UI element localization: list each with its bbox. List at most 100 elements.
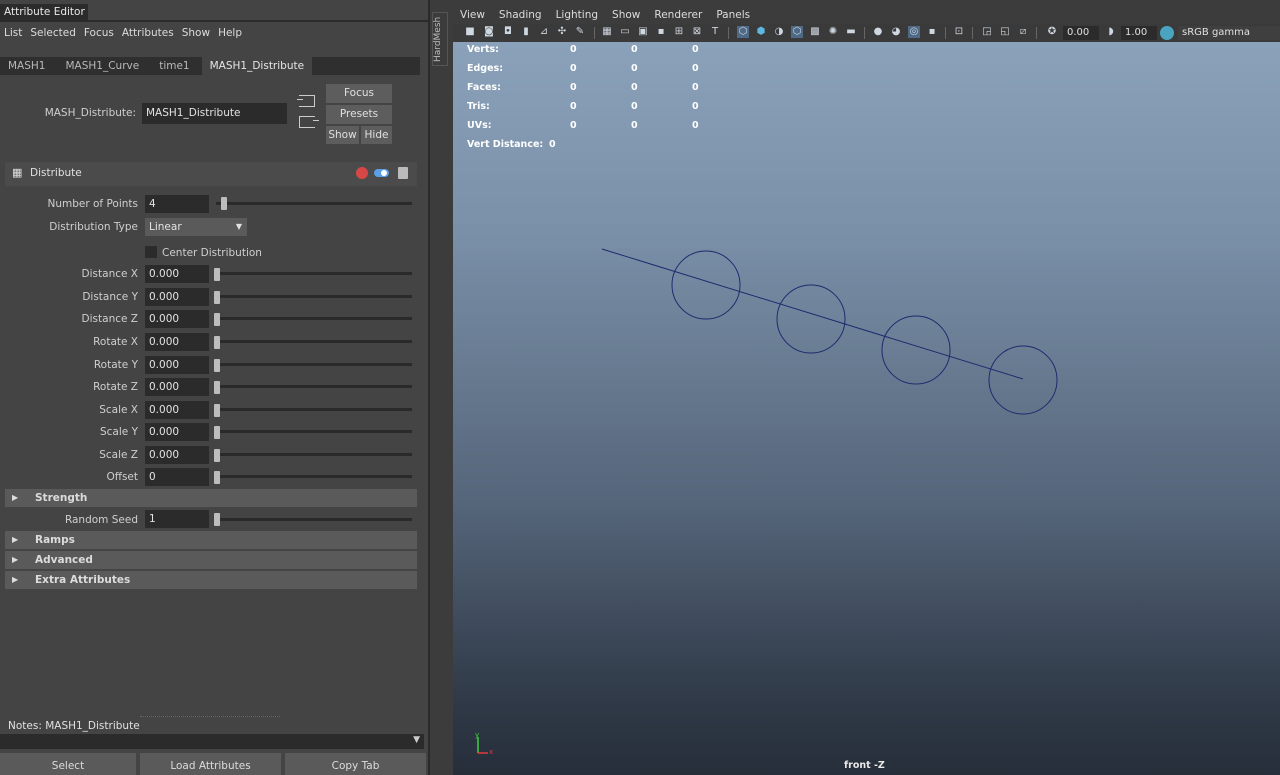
- viewport-panel[interactable]: View Shading Lighting Show Renderer Pane…: [453, 0, 1280, 775]
- shadows-icon[interactable]: ▬: [845, 26, 857, 38]
- default-material-icon[interactable]: ◑: [773, 26, 785, 38]
- exposure-icon[interactable]: ✪: [1046, 26, 1058, 38]
- hide-button[interactable]: Hide: [361, 126, 392, 144]
- menu-shading[interactable]: Shading: [492, 0, 549, 24]
- distance-x-field[interactable]: 0.000: [145, 265, 209, 283]
- delete-node-icon[interactable]: [398, 167, 408, 179]
- focus-button[interactable]: Focus: [326, 84, 392, 103]
- camera-icon[interactable]: ■: [464, 26, 476, 38]
- grid-toggle-icon[interactable]: ✣: [556, 26, 568, 38]
- gamma-field[interactable]: 1.00: [1121, 26, 1157, 40]
- menu-list[interactable]: List: [0, 25, 26, 41]
- use-all-lights-icon[interactable]: ✺: [827, 26, 839, 38]
- depth-of-field-icon[interactable]: ▪: [926, 26, 938, 38]
- scale-z-field[interactable]: 0.000: [145, 446, 209, 464]
- notes-resize-handle[interactable]: [140, 716, 280, 717]
- input-connection-icon[interactable]: [297, 95, 315, 107]
- isolate-select-icon[interactable]: ⊡: [953, 26, 965, 38]
- menu-panels[interactable]: Panels: [709, 0, 757, 24]
- rotate-y-slider-handle[interactable]: [214, 359, 220, 372]
- gamma-icon[interactable]: ◗: [1105, 26, 1117, 38]
- offset-field[interactable]: 0: [145, 468, 209, 486]
- menu-attributes[interactable]: Attributes: [118, 25, 178, 41]
- scale-x-slider[interactable]: [216, 408, 412, 411]
- gate-mask-icon[interactable]: ▪: [655, 26, 667, 38]
- film-gate-icon[interactable]: ▭: [619, 26, 631, 38]
- tab-mash1[interactable]: MASH1: [0, 57, 53, 75]
- xray-joints-icon[interactable]: ◱: [999, 26, 1011, 38]
- tab-mash1-distribute[interactable]: MASH1_Distribute: [201, 57, 313, 75]
- hardmesh-side-tab[interactable]: HardMesh: [432, 12, 448, 66]
- scale-x-slider-handle[interactable]: [214, 404, 220, 417]
- notes-field[interactable]: ▼: [0, 734, 424, 749]
- distance-z-field[interactable]: 0.000: [145, 310, 209, 328]
- color-space-dropdown[interactable]: sRGB gamma: [1178, 26, 1280, 40]
- wireframe-icon[interactable]: ⬡: [737, 26, 749, 38]
- menu-lighting[interactable]: Lighting: [549, 0, 605, 24]
- offset-slider-handle[interactable]: [214, 471, 220, 484]
- smooth-shade-icon[interactable]: ⬢: [755, 26, 767, 38]
- safe-title-icon[interactable]: T: [709, 26, 721, 38]
- distance-y-slider-handle[interactable]: [214, 291, 220, 304]
- distribution-type-dropdown[interactable]: Linear ▼: [145, 218, 247, 236]
- scale-x-field[interactable]: 0.000: [145, 401, 209, 419]
- ramps-section-header[interactable]: ▶ Ramps: [5, 531, 417, 549]
- distance-y-slider[interactable]: [216, 295, 412, 298]
- advanced-section-header[interactable]: ▶ Advanced: [5, 551, 417, 569]
- antialiasing-icon[interactable]: ◎: [908, 26, 920, 38]
- safe-action-icon[interactable]: ⊠: [691, 26, 703, 38]
- scale-y-field[interactable]: 0.000: [145, 423, 209, 441]
- xray-icon[interactable]: ◲: [981, 26, 993, 38]
- presets-button[interactable]: Presets: [326, 105, 392, 124]
- grid-icon[interactable]: ▦: [601, 26, 613, 38]
- distribute-section-header[interactable]: ▦ Distribute: [5, 162, 417, 186]
- distance-z-slider-handle[interactable]: [214, 313, 220, 326]
- center-distribution-checkbox[interactable]: [145, 246, 157, 258]
- offset-slider[interactable]: [216, 475, 412, 478]
- rotate-z-slider-handle[interactable]: [214, 381, 220, 394]
- menu-view[interactable]: View: [453, 0, 492, 24]
- select-button[interactable]: Select: [0, 753, 136, 775]
- menu-show[interactable]: Show: [605, 0, 647, 24]
- show-button[interactable]: Show: [326, 126, 359, 144]
- menu-selected[interactable]: Selected: [26, 25, 80, 41]
- extra-attributes-section-header[interactable]: ▶ Extra Attributes: [5, 571, 417, 589]
- load-attributes-button[interactable]: Load Attributes: [140, 753, 281, 775]
- strength-section-header[interactable]: ▶ Strength: [5, 489, 417, 507]
- menu-focus[interactable]: Focus: [80, 25, 118, 41]
- node-name-field[interactable]: MASH1_Distribute: [142, 103, 287, 124]
- copy-tab-button[interactable]: Copy Tab: [285, 753, 426, 775]
- menu-renderer[interactable]: Renderer: [647, 0, 709, 24]
- menu-show[interactable]: Show: [178, 25, 214, 41]
- pencil-icon[interactable]: ✎: [574, 26, 586, 38]
- scale-z-slider-handle[interactable]: [214, 449, 220, 462]
- image-plane-icon[interactable]: ⊿: [538, 26, 550, 38]
- distance-y-field[interactable]: 0.000: [145, 288, 209, 306]
- textured-icon[interactable]: ▩: [809, 26, 821, 38]
- resolution-gate-icon[interactable]: ▣: [637, 26, 649, 38]
- rotate-z-field[interactable]: 0.000: [145, 378, 209, 396]
- camera-attributes-icon[interactable]: ◘: [502, 26, 514, 38]
- tab-time1[interactable]: time1: [151, 57, 197, 75]
- rotate-y-field[interactable]: 0.000: [145, 356, 209, 374]
- tab-mash1-curve[interactable]: MASH1_Curve: [57, 57, 147, 75]
- distance-x-slider[interactable]: [216, 272, 412, 275]
- wireframe-on-shaded-icon[interactable]: ⬡: [791, 26, 803, 38]
- rotate-z-slider[interactable]: [216, 385, 412, 388]
- mute-node-icon[interactable]: [356, 167, 368, 179]
- distance-x-slider-handle[interactable]: [214, 268, 220, 281]
- menu-help[interactable]: Help: [214, 25, 246, 41]
- panel-divider[interactable]: HardMesh: [428, 0, 453, 775]
- rotate-x-field[interactable]: 0.000: [145, 333, 209, 351]
- rotate-x-slider-handle[interactable]: [214, 336, 220, 349]
- distance-z-slider[interactable]: [216, 317, 412, 320]
- number-of-points-slider-handle[interactable]: [221, 197, 227, 210]
- scale-y-slider[interactable]: [216, 430, 412, 433]
- color-management-icon[interactable]: [1160, 26, 1174, 40]
- rotate-x-slider[interactable]: [216, 340, 412, 343]
- motion-blur-icon[interactable]: ◕: [890, 26, 902, 38]
- notes-scroll-down-icon[interactable]: ▼: [413, 735, 420, 745]
- random-seed-slider-handle[interactable]: [214, 513, 220, 526]
- toggle-node-icon[interactable]: [374, 169, 389, 177]
- camera-lock-icon[interactable]: ◙: [483, 26, 495, 38]
